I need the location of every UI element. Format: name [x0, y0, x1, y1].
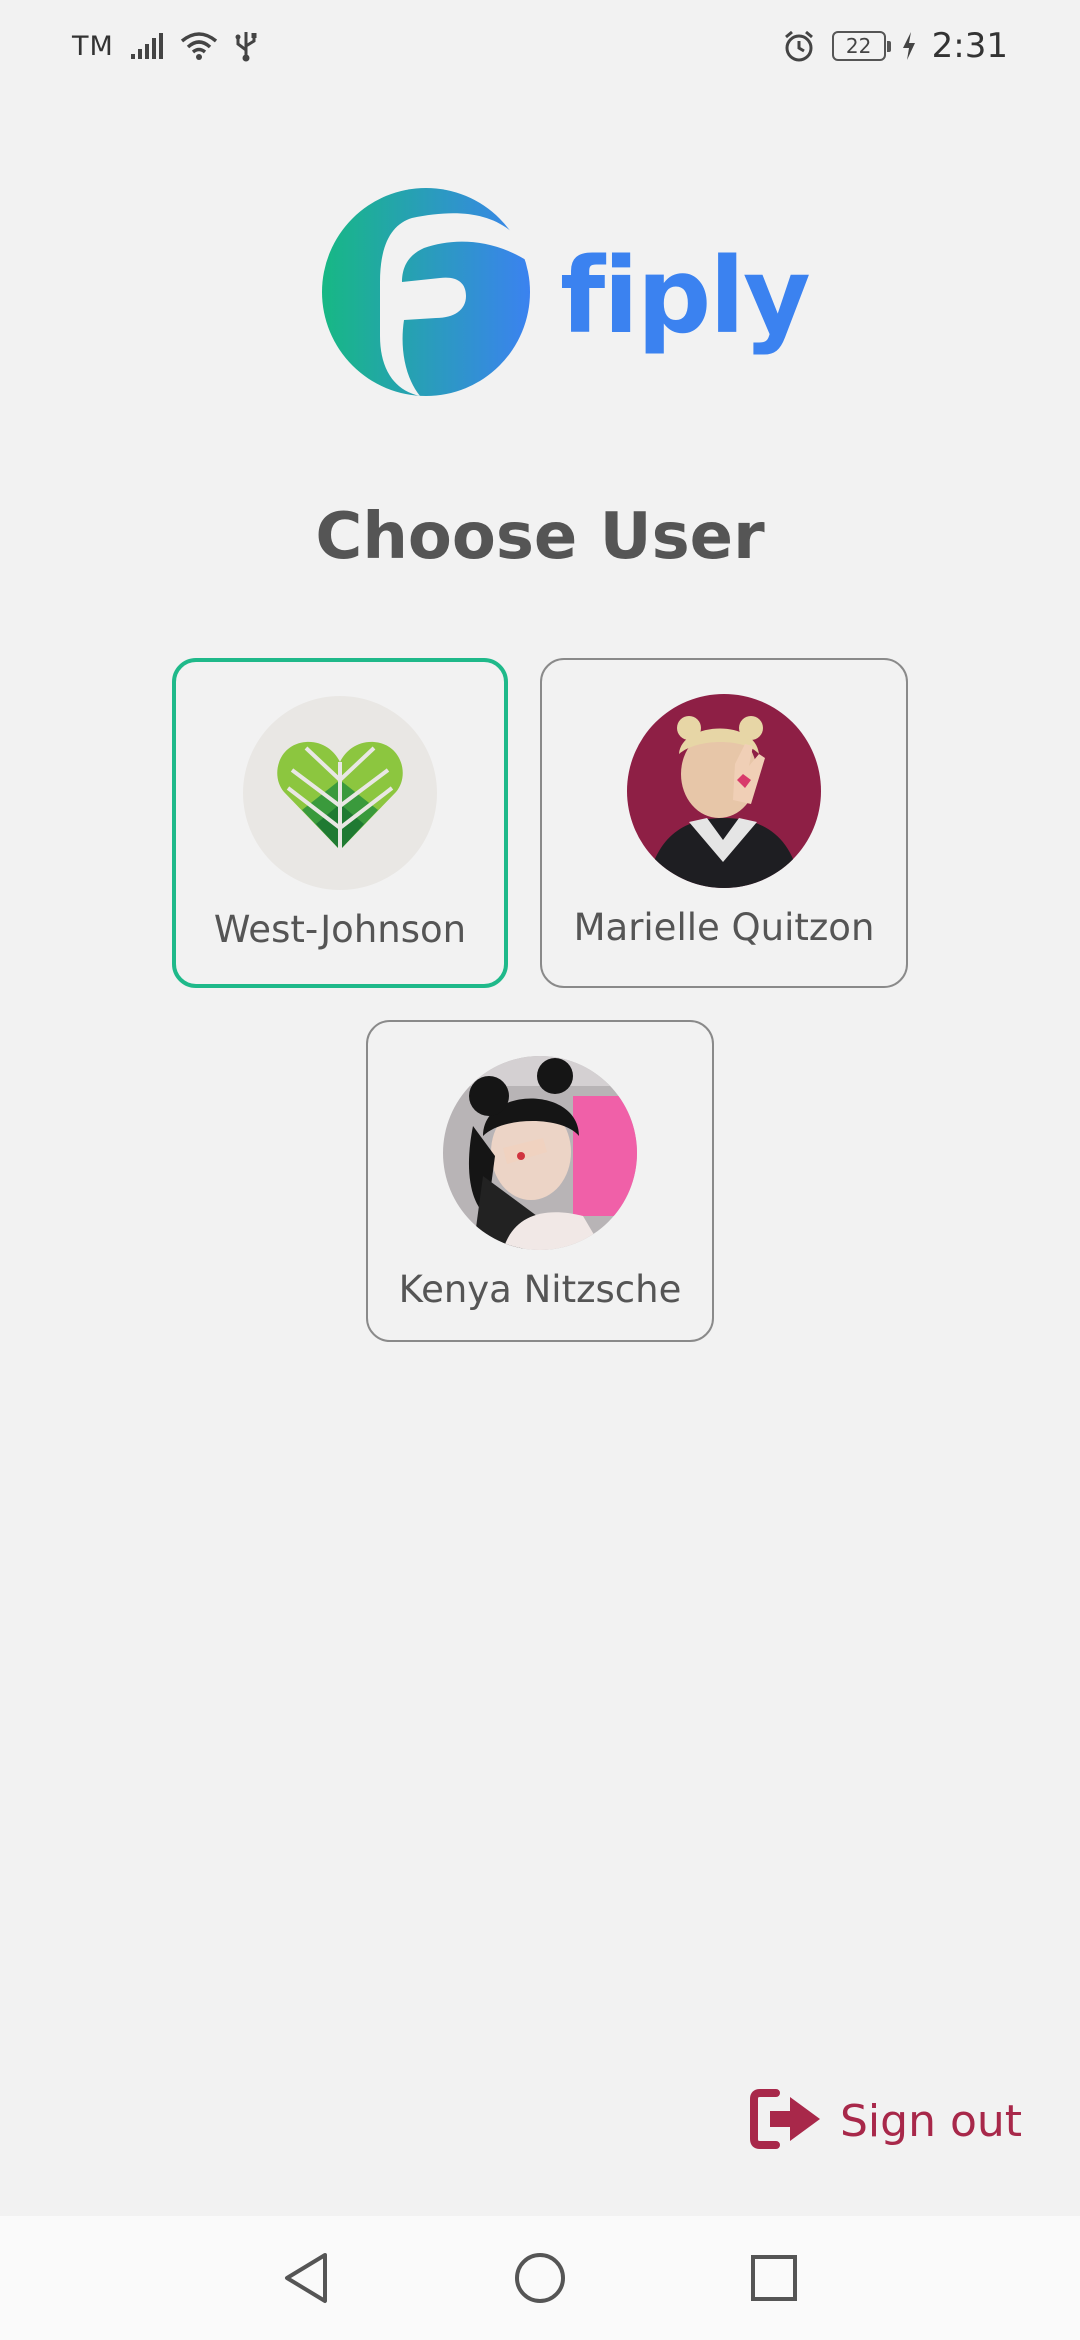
user-name: Marielle Quitzon: [573, 906, 875, 949]
user-photo-icon: [443, 1056, 637, 1250]
user-card-marielle-quitzon[interactable]: Marielle Quitzon: [540, 658, 908, 988]
user-card-kenya-nitzsche[interactable]: Kenya Nitzsche: [366, 1020, 714, 1342]
avatar: [243, 696, 437, 890]
user-card-west-johnson[interactable]: West-Johnson: [172, 658, 508, 988]
avatar: [627, 694, 821, 888]
clock: 2:31: [931, 26, 1008, 66]
sign-out-label: Sign out: [840, 2095, 1023, 2147]
home-icon[interactable]: [508, 2246, 572, 2310]
system-nav-bar: [0, 2216, 1080, 2340]
status-bar: TM 22 2:31: [0, 0, 1080, 92]
green-heart-logo-icon: [243, 696, 437, 890]
fiply-logo-icon: [320, 186, 532, 402]
status-left: TM: [72, 30, 258, 62]
battery-level: 22: [845, 34, 872, 58]
user-photo-icon: [627, 694, 821, 888]
logo-wordmark: fiply: [560, 235, 811, 357]
recents-icon[interactable]: [742, 2246, 806, 2310]
wifi-icon: [180, 31, 218, 61]
user-name: Kenya Nitzsche: [398, 1268, 682, 1311]
back-icon[interactable]: [274, 2246, 338, 2310]
sign-out-icon: [750, 2089, 824, 2153]
charging-icon: [902, 31, 916, 61]
user-name: West-Johnson: [213, 908, 467, 951]
page-title: Choose User: [315, 500, 765, 574]
avatar: [443, 1056, 637, 1250]
battery-icon: 22: [831, 31, 891, 61]
sign-out-button[interactable]: Sign out: [750, 2088, 1022, 2154]
status-right: 22 2:31: [782, 26, 1008, 66]
signal-icon: [130, 32, 164, 60]
usb-icon: [234, 30, 258, 62]
app-logo: fiply: [320, 186, 811, 402]
alarm-icon: [782, 29, 816, 63]
carrier-label: TM: [72, 30, 114, 62]
